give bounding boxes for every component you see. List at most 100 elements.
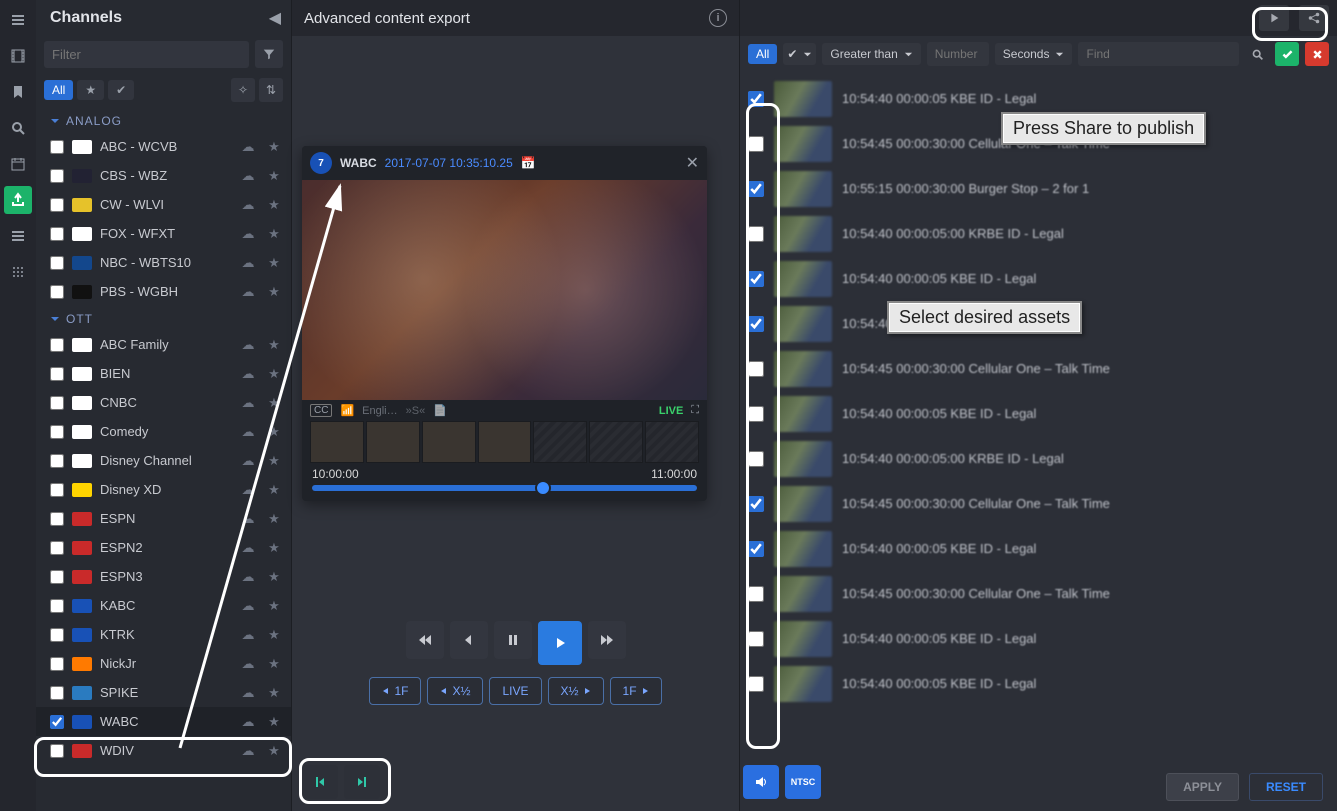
group-header-analog[interactable]: ANALOG xyxy=(36,108,291,132)
asset-row[interactable]: 10:54:40 00:00:05 KBE ID - Legal xyxy=(748,616,1329,661)
asset-checkbox[interactable] xyxy=(748,226,764,242)
channel-item[interactable]: NickJr☁★ xyxy=(36,649,291,678)
cloud-icon[interactable]: ☁ xyxy=(239,598,257,614)
channel-checkbox[interactable] xyxy=(50,744,64,758)
calendar-small-icon[interactable]: 📅 xyxy=(521,156,536,170)
channel-item[interactable]: BIEN☁★ xyxy=(36,359,291,388)
cloud-icon[interactable]: ☁ xyxy=(239,255,257,271)
channel-checkbox[interactable] xyxy=(50,570,64,584)
channel-checkbox[interactable] xyxy=(50,715,64,729)
cloud-icon[interactable]: ☁ xyxy=(239,714,257,730)
channel-item[interactable]: ESPN2☁★ xyxy=(36,533,291,562)
star-icon[interactable]: ★ xyxy=(265,424,283,440)
doc-icon[interactable]: 📄 xyxy=(433,404,447,417)
channel-checkbox[interactable] xyxy=(50,367,64,381)
export-icon[interactable] xyxy=(4,186,32,214)
speed-1f-back[interactable]: 1F xyxy=(369,677,421,705)
speed-icon[interactable]: »S« xyxy=(406,405,426,417)
info-icon[interactable]: i xyxy=(709,9,727,27)
star-icon[interactable]: ★ xyxy=(265,366,283,382)
channel-item[interactable]: Disney Channel☁★ xyxy=(36,446,291,475)
collapse-sidebar-icon[interactable]: ◀ xyxy=(269,8,281,28)
cloud-icon[interactable]: ☁ xyxy=(239,168,257,184)
unit-select[interactable]: Seconds xyxy=(995,43,1073,65)
channel-checkbox[interactable] xyxy=(50,198,64,212)
channel-checkbox[interactable] xyxy=(50,686,64,700)
speed-half-fwd[interactable]: X½ xyxy=(548,677,604,705)
bookmark-icon[interactable] xyxy=(4,78,32,106)
star-icon[interactable]: ★ xyxy=(265,337,283,353)
pause-button[interactable] xyxy=(494,621,532,659)
quality-button[interactable]: NTSC xyxy=(785,765,821,799)
speed-half-back[interactable]: X½ xyxy=(427,677,483,705)
asset-checkbox[interactable] xyxy=(748,136,764,152)
fullscreen-icon[interactable]: ⛶ xyxy=(691,404,699,417)
play-button[interactable] xyxy=(538,621,582,665)
asset-checkbox[interactable] xyxy=(748,496,764,512)
list-icon[interactable] xyxy=(4,222,32,250)
star-icon[interactable]: ★ xyxy=(265,656,283,672)
asset-checkbox[interactable] xyxy=(748,451,764,467)
cloud-icon[interactable]: ☁ xyxy=(239,511,257,527)
cloud-icon[interactable]: ☁ xyxy=(239,685,257,701)
cloud-icon[interactable]: ☁ xyxy=(239,366,257,382)
group-header-ott[interactable]: OTT xyxy=(36,306,291,330)
channel-item[interactable]: CBS - WBZ☁★ xyxy=(36,161,291,190)
timeline[interactable]: 10:00:00 11:00:00 xyxy=(302,463,707,501)
channel-checkbox[interactable] xyxy=(50,599,64,613)
star-icon[interactable]: ★ xyxy=(265,197,283,213)
asset-checkbox[interactable] xyxy=(748,271,764,287)
filter-apply-icon[interactable] xyxy=(1275,42,1299,66)
channel-checkbox[interactable] xyxy=(50,169,64,183)
menu-icon[interactable] xyxy=(4,6,32,34)
channel-checkbox[interactable] xyxy=(50,256,64,270)
mark-in-button[interactable] xyxy=(302,765,338,799)
rewind-button[interactable] xyxy=(406,621,444,659)
video-frame[interactable] xyxy=(302,180,707,400)
cloud-icon[interactable]: ☁ xyxy=(239,656,257,672)
speed-1f-fwd[interactable]: 1F xyxy=(610,677,662,705)
cloud-icon[interactable]: ☁ xyxy=(239,540,257,556)
channel-checkbox[interactable] xyxy=(50,657,64,671)
asset-row[interactable]: 10:54:40 00:00:05 KBE ID - Legal xyxy=(748,526,1329,571)
channel-item[interactable]: Disney XD☁★ xyxy=(36,475,291,504)
channel-item[interactable]: ABC Family☁★ xyxy=(36,330,291,359)
star-icon[interactable]: ★ xyxy=(265,482,283,498)
asset-row[interactable]: 10:54:40 00:00:05:00 KRBE ID - Legal xyxy=(748,436,1329,481)
channel-item[interactable]: CNBC☁★ xyxy=(36,388,291,417)
channel-checkbox[interactable] xyxy=(50,396,64,410)
find-search-icon[interactable] xyxy=(1245,42,1269,66)
channel-item[interactable]: WABC☁★ xyxy=(36,707,291,736)
sort-icon[interactable]: ⇅ xyxy=(259,78,283,102)
star-icon[interactable]: ★ xyxy=(265,453,283,469)
channel-checkbox[interactable] xyxy=(50,227,64,241)
volume-button[interactable] xyxy=(743,765,779,799)
comparator-select[interactable]: Greater than xyxy=(822,43,920,65)
channel-checkbox[interactable] xyxy=(50,285,64,299)
star-icon[interactable]: ★ xyxy=(265,511,283,527)
channel-item[interactable]: WDIV☁★ xyxy=(36,736,291,765)
asset-checkbox[interactable] xyxy=(748,586,764,602)
filter-chip-check[interactable]: ✔ xyxy=(108,80,134,100)
asset-filter-all[interactable]: All xyxy=(748,44,777,64)
star-icon[interactable]: ★ xyxy=(265,714,283,730)
play-top-button[interactable] xyxy=(1259,5,1289,31)
filter-chip-star[interactable]: ★ xyxy=(77,80,104,100)
star-icon[interactable]: ★ xyxy=(265,139,283,155)
star-icon[interactable]: ★ xyxy=(265,540,283,556)
wand-icon[interactable]: ✧ xyxy=(231,78,255,102)
calendar-icon[interactable] xyxy=(4,150,32,178)
timeline-playhead[interactable] xyxy=(535,480,551,496)
channel-checkbox[interactable] xyxy=(50,512,64,526)
channel-item[interactable]: ESPN3☁★ xyxy=(36,562,291,591)
channel-checkbox[interactable] xyxy=(50,425,64,439)
asset-checkbox[interactable] xyxy=(748,406,764,422)
grid-small-icon[interactable] xyxy=(4,258,32,286)
channel-item[interactable]: FOX - WFXT☁★ xyxy=(36,219,291,248)
channel-item[interactable]: SPIKE☁★ xyxy=(36,678,291,707)
find-input[interactable] xyxy=(1078,42,1239,66)
star-icon[interactable]: ★ xyxy=(265,255,283,271)
signal-icon[interactable]: 📶 xyxy=(340,404,354,417)
channel-checkbox[interactable] xyxy=(50,483,64,497)
star-icon[interactable]: ★ xyxy=(265,168,283,184)
